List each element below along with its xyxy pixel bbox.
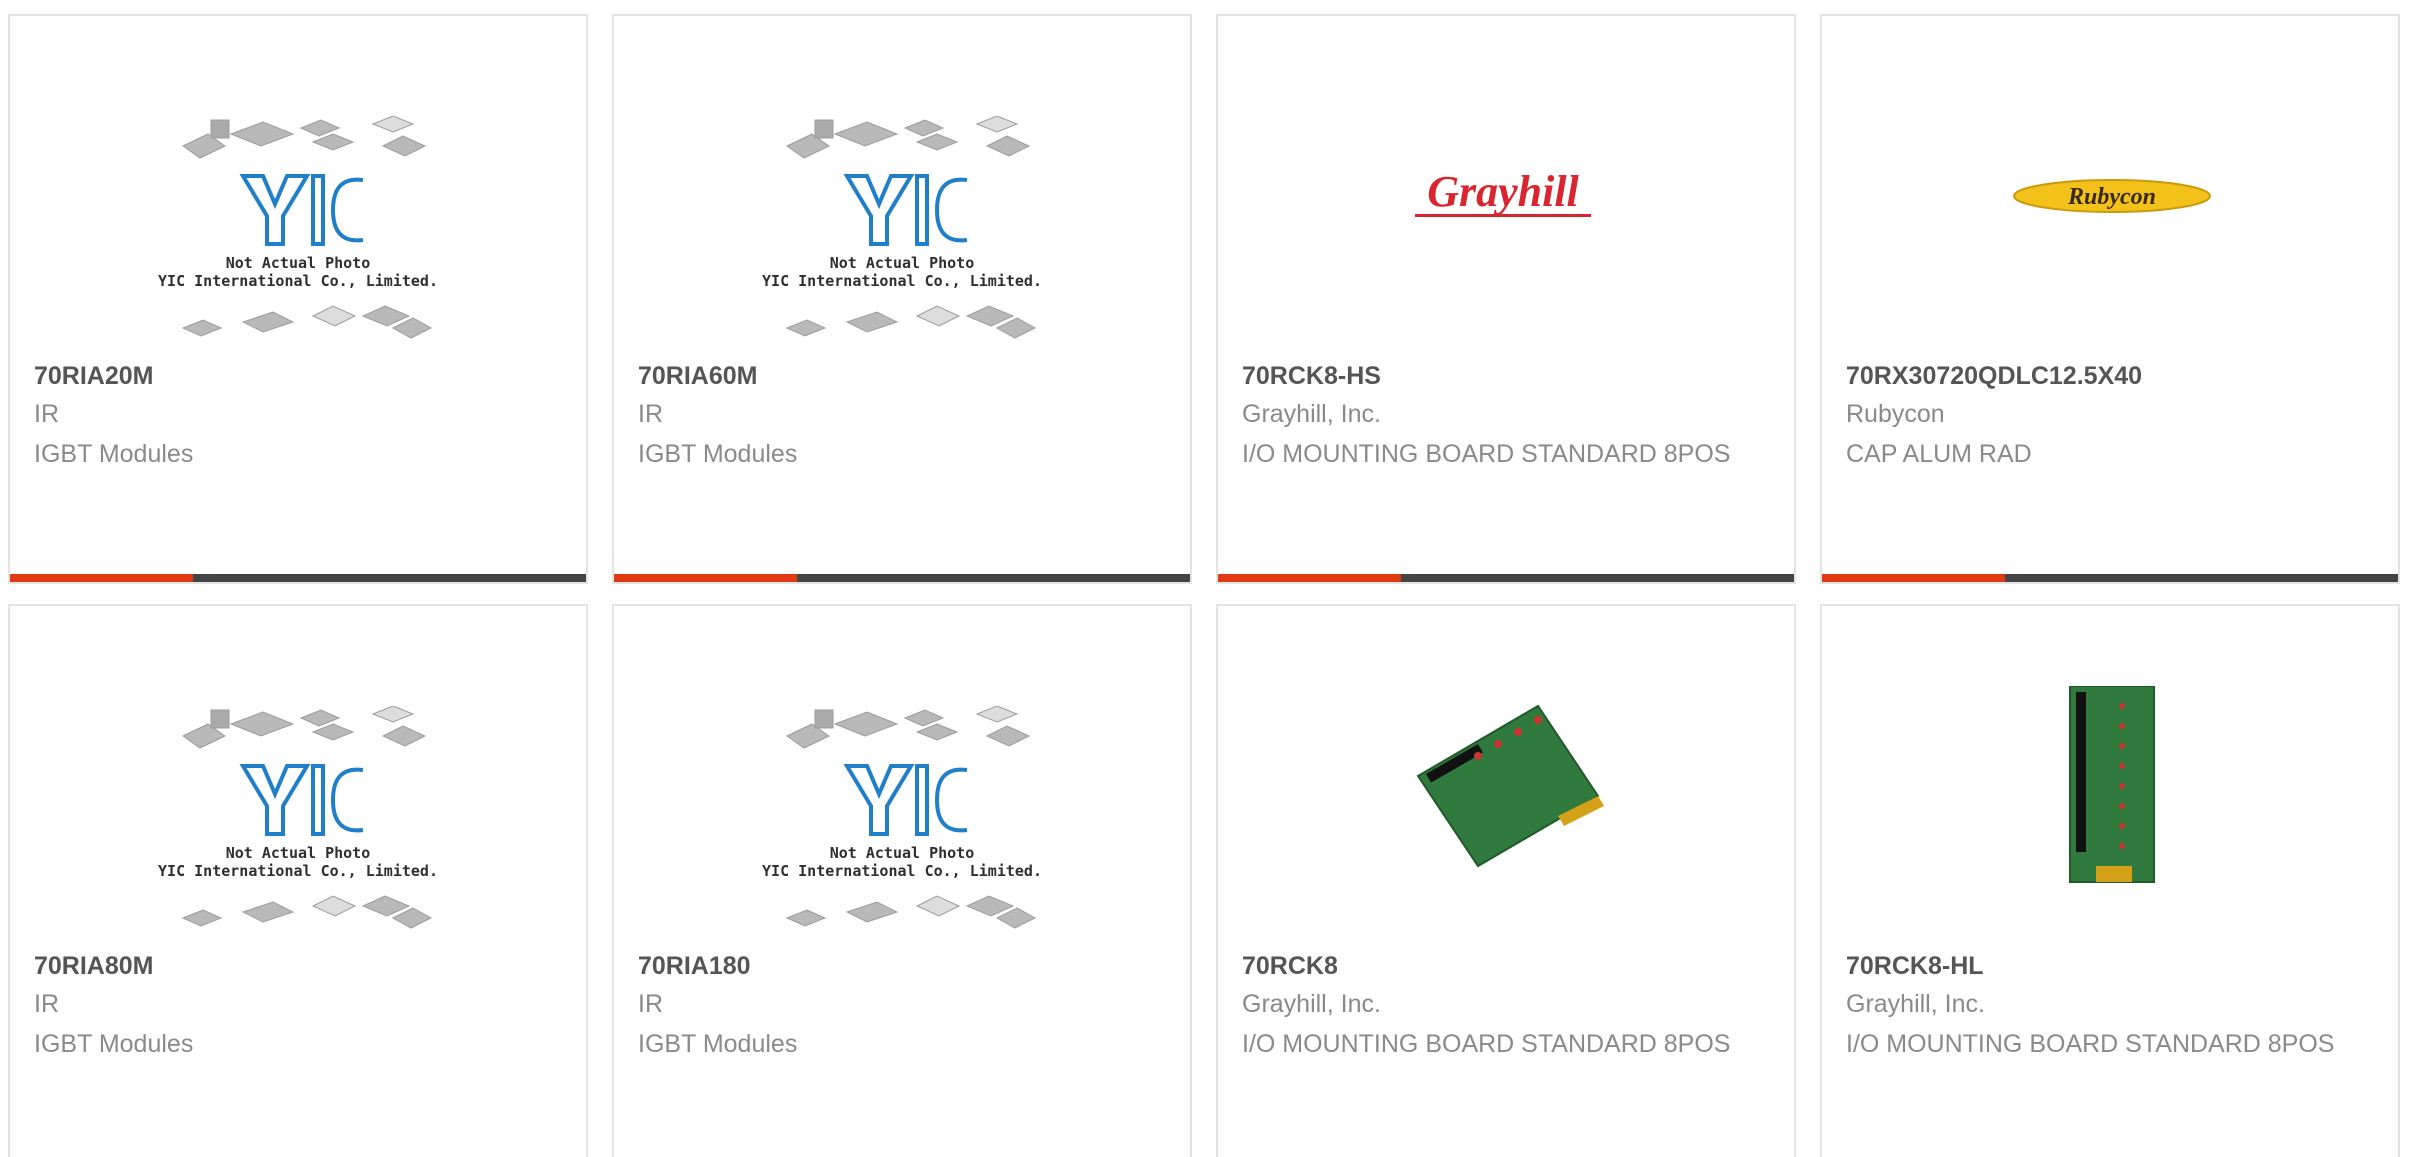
rubycon-logo-icon: Rubycon [2013, 179, 2211, 213]
chip-collage-icon [181, 706, 433, 929]
part-number-link[interactable]: 70RCK8-HL [1846, 952, 1984, 981]
part-number-link[interactable]: 70RIA180 [638, 952, 751, 981]
product-card[interactable]: Not Actual Photo YIC International Co., … [8, 14, 588, 584]
chip-collage-icon [785, 116, 1037, 339]
card-bottom-bar [1218, 574, 1794, 582]
card-bottom-bar [1822, 574, 2398, 582]
not-actual-photo-placeholder: Not Actual Photo YIC International Co., … [10, 666, 586, 946]
manufacturer: Grayhill, Inc. [1242, 990, 1381, 1018]
description: IGBT Modules [34, 440, 194, 468]
part-number-link[interactable]: 70RCK8-HS [1242, 362, 1381, 391]
part-number-link[interactable]: 70RIA20M [34, 362, 154, 391]
manufacturer: Grayhill, Inc. [1242, 400, 1381, 428]
description: IGBT Modules [34, 1030, 194, 1058]
placeholder-line-2: YIC International Co., Limited. [762, 862, 1042, 880]
card-bottom-bar [10, 574, 586, 582]
chip-collage-icon [785, 706, 1037, 929]
pcb-board-icon [2069, 686, 2155, 883]
product-card[interactable]: 70RCK8 Grayhill, Inc. I/O MOUNTING BOARD… [1216, 604, 1796, 1157]
product-card[interactable]: Grayhill 70RCK8-HS Grayhill, Inc. I/O MO… [1216, 14, 1796, 584]
manufacturer: Rubycon [1846, 400, 1945, 428]
logo-text: Rubycon [2067, 184, 2156, 210]
part-number-link[interactable]: 70RX30720QDLC12.5X40 [1846, 362, 2142, 391]
part-number-link[interactable]: 70RIA80M [34, 952, 154, 981]
product-card[interactable]: Not Actual Photo YIC International Co., … [8, 604, 588, 1157]
description: IGBT Modules [638, 440, 798, 468]
product-image [1822, 666, 2398, 946]
grayhill-logo-icon: Grayhill [1415, 167, 1591, 217]
description: I/O MOUNTING BOARD STANDARD 8POS [1242, 440, 1731, 468]
product-card[interactable]: Not Actual Photo YIC International Co., … [612, 604, 1192, 1157]
manufacturer: IR [34, 400, 59, 428]
product-card[interactable]: Not Actual Photo YIC International Co., … [612, 14, 1192, 584]
manufacturer: IR [34, 990, 59, 1018]
not-actual-photo-placeholder: Not Actual Photo YIC International Co., … [614, 76, 1190, 356]
part-number-link[interactable]: 70RIA60M [638, 362, 758, 391]
manufacturer: IR [638, 400, 663, 428]
description: CAP ALUM RAD [1846, 440, 2032, 468]
placeholder-line-2: YIC International Co., Limited. [158, 862, 438, 880]
placeholder-line-1: Not Actual Photo [829, 844, 975, 862]
chip-collage-icon [181, 116, 433, 339]
not-actual-photo-placeholder: Not Actual Photo YIC International Co., … [614, 666, 1190, 946]
logo-text: Grayhill [1427, 167, 1579, 216]
not-actual-photo-placeholder: Not Actual Photo YIC International Co., … [10, 76, 586, 356]
placeholder-line-1: Not Actual Photo [225, 844, 371, 862]
description: I/O MOUNTING BOARD STANDARD 8POS [1242, 1030, 1731, 1058]
product-card[interactable]: 70RCK8-HL Grayhill, Inc. I/O MOUNTING BO… [1820, 604, 2400, 1157]
placeholder-line-2: YIC International Co., Limited. [158, 272, 438, 290]
placeholder-line-1: Not Actual Photo [225, 254, 371, 272]
manufacturer: IR [638, 990, 663, 1018]
card-bottom-bar [614, 574, 1190, 582]
product-image [1218, 666, 1794, 946]
manufacturer: Grayhill, Inc. [1846, 990, 1985, 1018]
placeholder-line-1: Not Actual Photo [829, 254, 975, 272]
pcb-board-icon [1416, 704, 1604, 868]
description: I/O MOUNTING BOARD STANDARD 8POS [1846, 1030, 2335, 1058]
part-number-link[interactable]: 70RCK8 [1242, 952, 1338, 981]
product-card[interactable]: Rubycon 70RX30720QDLC12.5X40 Rubycon CAP… [1820, 14, 2400, 584]
product-image: Rubycon [1822, 76, 2398, 356]
placeholder-line-2: YIC International Co., Limited. [762, 272, 1042, 290]
description: IGBT Modules [638, 1030, 798, 1058]
product-image: Grayhill [1218, 76, 1794, 356]
